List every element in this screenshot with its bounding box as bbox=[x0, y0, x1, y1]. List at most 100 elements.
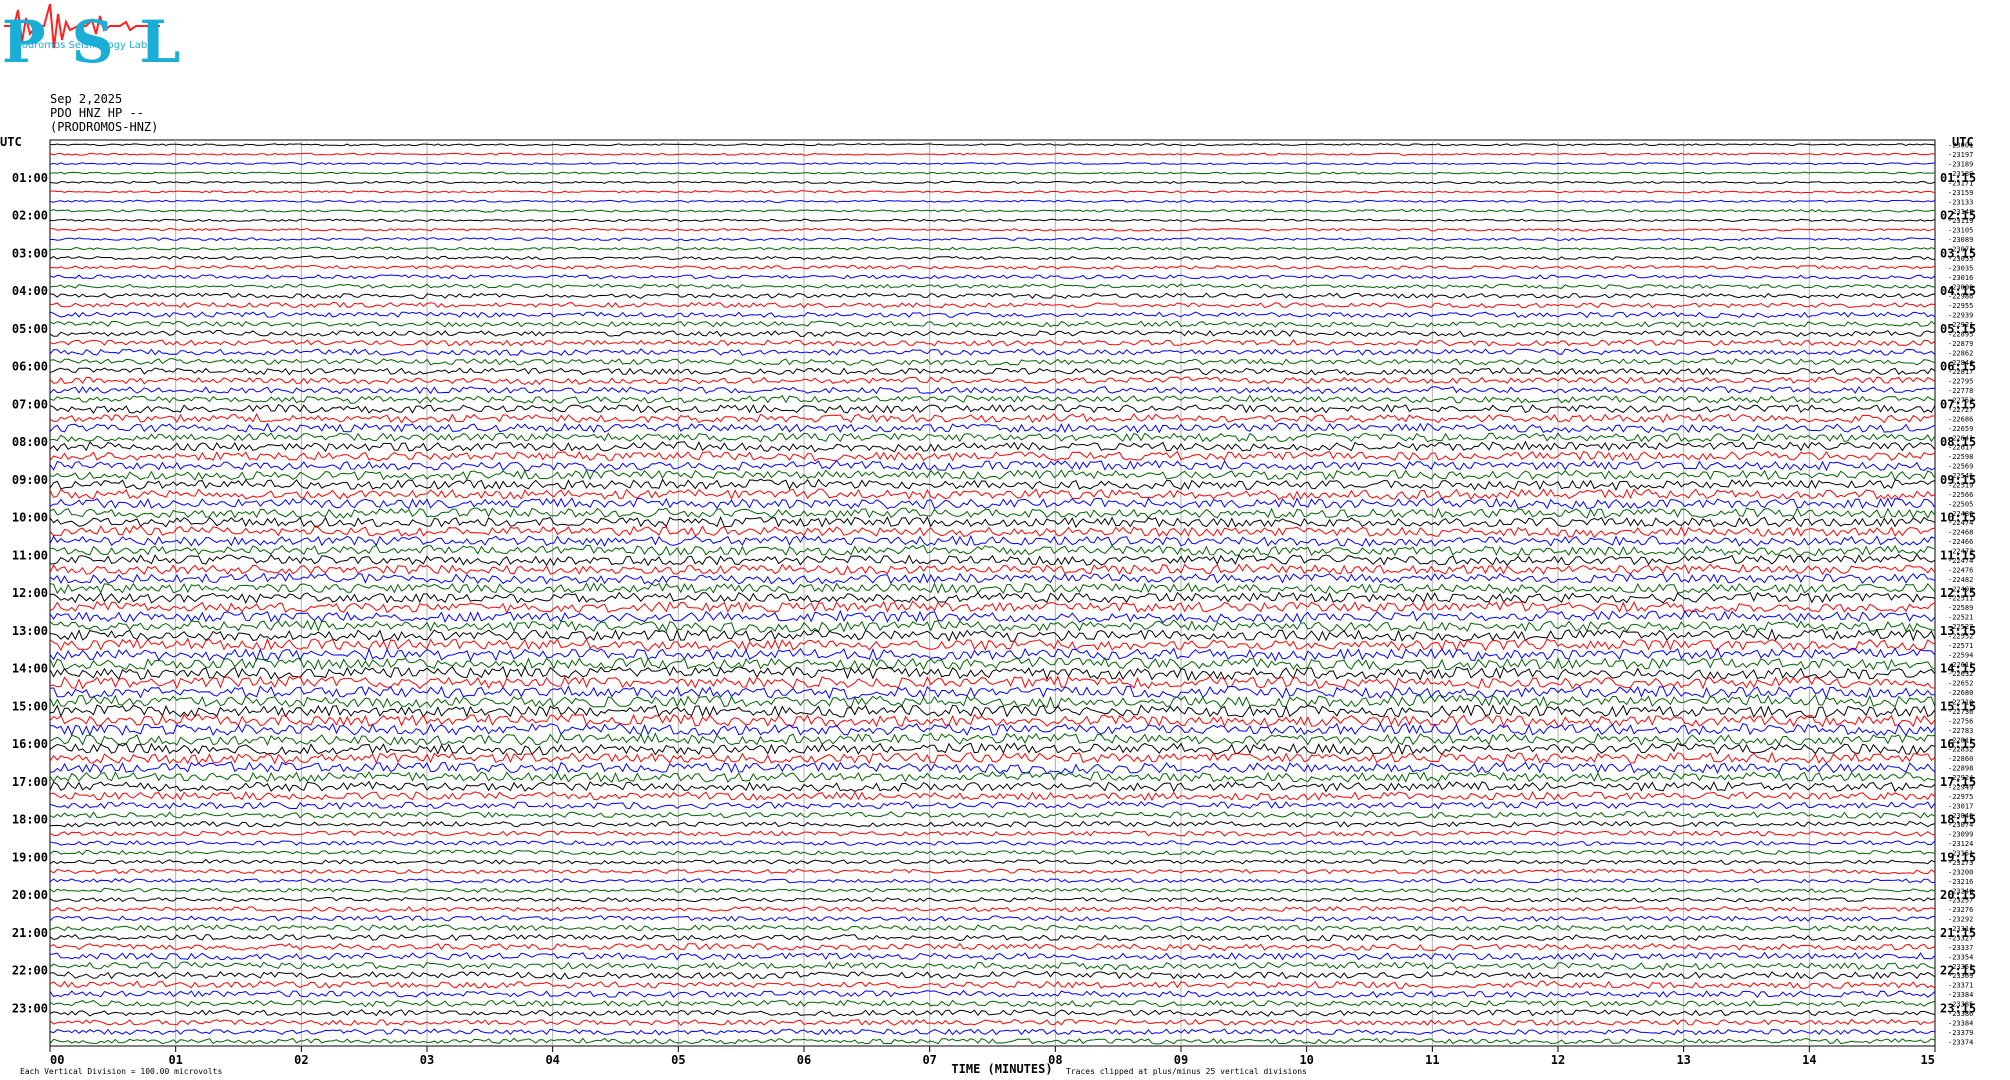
seismic-trace bbox=[49, 488, 1936, 501]
seismic-trace bbox=[49, 376, 1936, 386]
x-tick-label: 00 bbox=[50, 1053, 64, 1067]
trace-offset-label: -22569 bbox=[1948, 463, 1973, 471]
seismic-trace bbox=[49, 878, 1936, 884]
x-tick-label: 03 bbox=[420, 1053, 434, 1067]
seismic-trace bbox=[49, 849, 1936, 856]
seismic-trace bbox=[49, 637, 1936, 652]
trace-offset-label: -23354 bbox=[1948, 953, 1973, 961]
seismic-trace bbox=[49, 887, 1936, 894]
seismic-trace bbox=[49, 320, 1936, 328]
left-hour-label: 05:00 bbox=[12, 322, 48, 336]
trace-offset-label: -22641 bbox=[1948, 434, 1973, 442]
trace-offset-label: -22552 bbox=[1948, 632, 1973, 640]
trace-offset-label: -22632 bbox=[1948, 670, 1973, 678]
x-tick-label: 11 bbox=[1425, 1053, 1439, 1067]
seismic-trace bbox=[49, 403, 1936, 415]
helicorder-plot: UTC UTC01:0002:0003:0004:0005:0006:0007:0… bbox=[0, 135, 1976, 1076]
trace-offset-label: -22519 bbox=[1948, 481, 1973, 489]
x-tick-label: 04 bbox=[545, 1053, 559, 1067]
seismic-trace bbox=[49, 1009, 1936, 1017]
seismic-trace bbox=[49, 563, 1936, 576]
seismic-trace bbox=[49, 619, 1936, 634]
trace-offset-label: -23046 bbox=[1948, 812, 1973, 820]
trace-offset-label: -23371 bbox=[1948, 982, 1973, 990]
left-hour-label: 23:00 bbox=[12, 1001, 48, 1015]
trace-offset-label: -22652 bbox=[1948, 680, 1973, 688]
seismic-trace bbox=[49, 143, 1936, 147]
trace-offset-label: -22505 bbox=[1948, 500, 1973, 508]
trace-offset-label: -22832 bbox=[1948, 746, 1973, 754]
seismic-trace bbox=[49, 292, 1936, 299]
trace-offset-label: -22571 bbox=[1948, 642, 1973, 650]
trace-offset-label: -22566 bbox=[1948, 491, 1973, 499]
x-tick-label: 13 bbox=[1676, 1053, 1690, 1067]
seismic-trace bbox=[49, 704, 1936, 719]
seismic-trace bbox=[49, 934, 1936, 942]
trace-offset-label: -22753 bbox=[1948, 397, 1973, 405]
footer-scale-note: Each Vertical Division = 100.00 microvol… bbox=[20, 1067, 222, 1076]
seismic-trace bbox=[49, 450, 1936, 462]
seismic-trace bbox=[49, 942, 1936, 952]
seismic-trace bbox=[49, 951, 1936, 961]
trace-offset-label: -23189 bbox=[1948, 161, 1973, 169]
trace-offset-label: -23055 bbox=[1948, 255, 1973, 263]
seismic-trace bbox=[49, 830, 1936, 837]
seismic-trace bbox=[49, 742, 1936, 756]
trace-offset-label: -23384 bbox=[1948, 1019, 1973, 1027]
seismic-trace bbox=[49, 386, 1936, 395]
seismic-trace bbox=[49, 970, 1936, 980]
trace-offset-label: -22860 bbox=[1948, 755, 1973, 763]
trace-offset-label: -23171 bbox=[1948, 179, 1973, 187]
x-tick-label: 10 bbox=[1299, 1053, 1313, 1067]
seismic-trace bbox=[49, 432, 1936, 443]
seismic-trace bbox=[49, 553, 1936, 567]
seismic-trace bbox=[49, 1018, 1936, 1027]
trace-offset-label: -22898 bbox=[1948, 765, 1973, 773]
footer-clip-note: Traces clipped at plus/minus 25 vertical… bbox=[1066, 1067, 1307, 1076]
trace-offset-label: -22468 bbox=[1948, 529, 1973, 537]
trace-offset-label: -22862 bbox=[1948, 349, 1973, 357]
left-hour-label: 12:00 bbox=[12, 586, 48, 600]
trace-offset-label: -23369 bbox=[1948, 972, 1973, 980]
trace-offset-label: -23035 bbox=[1948, 264, 1973, 272]
seismic-trace bbox=[49, 800, 1936, 810]
left-hour-label: 14:00 bbox=[12, 662, 48, 676]
trace-offset-label: -23074 bbox=[1948, 821, 1973, 829]
seismic-trace bbox=[49, 422, 1936, 434]
seismic-trace bbox=[49, 348, 1936, 356]
trace-offset-label: -22844 bbox=[1948, 359, 1973, 367]
seismic-trace bbox=[49, 459, 1936, 472]
trace-offset-label: -22895 bbox=[1948, 330, 1973, 338]
seismic-trace bbox=[49, 246, 1936, 251]
trace-offset-label: -23337 bbox=[1948, 944, 1973, 952]
trace-offset-label: -22756 bbox=[1948, 717, 1973, 725]
seismic-trace bbox=[49, 283, 1936, 290]
trace-offset-label: -23379 bbox=[1948, 1029, 1973, 1037]
trace-offset-label: -23180 bbox=[1948, 170, 1973, 178]
trace-offset-label: -22949 bbox=[1948, 783, 1973, 791]
trace-offset-label: -23133 bbox=[1948, 198, 1973, 206]
trace-offset-label: -23099 bbox=[1948, 831, 1973, 839]
seismic-trace bbox=[49, 227, 1936, 232]
trace-offset-label: -23384 bbox=[1948, 991, 1973, 999]
trace-offset-label: -22589 bbox=[1948, 604, 1973, 612]
seismic-trace bbox=[49, 961, 1936, 971]
x-tick-label: 09 bbox=[1174, 1053, 1188, 1067]
x-tick-label: 12 bbox=[1551, 1053, 1565, 1067]
trace-offset-label: -23151 bbox=[1948, 850, 1973, 858]
trace-offset-label: -23124 bbox=[1948, 840, 1973, 848]
seismic-trace bbox=[49, 582, 1936, 595]
x-tick-label: 05 bbox=[671, 1053, 685, 1067]
trace-offset-label: -23089 bbox=[1948, 236, 1973, 244]
left-hour-label: 19:00 bbox=[12, 850, 48, 864]
seismic-trace bbox=[49, 906, 1936, 913]
seismic-trace bbox=[49, 1037, 1936, 1045]
trace-offset-label: -22472 bbox=[1948, 548, 1973, 556]
seismic-trace bbox=[49, 171, 1936, 175]
trace-offset-label: -23017 bbox=[1948, 802, 1973, 810]
trace-offset-label: -22778 bbox=[1948, 387, 1973, 395]
trace-offset-label: -23257 bbox=[1948, 897, 1973, 905]
x-tick-label: 07 bbox=[922, 1053, 936, 1067]
left-hour-label: 09:00 bbox=[12, 473, 48, 487]
seismic-trace bbox=[49, 572, 1936, 586]
